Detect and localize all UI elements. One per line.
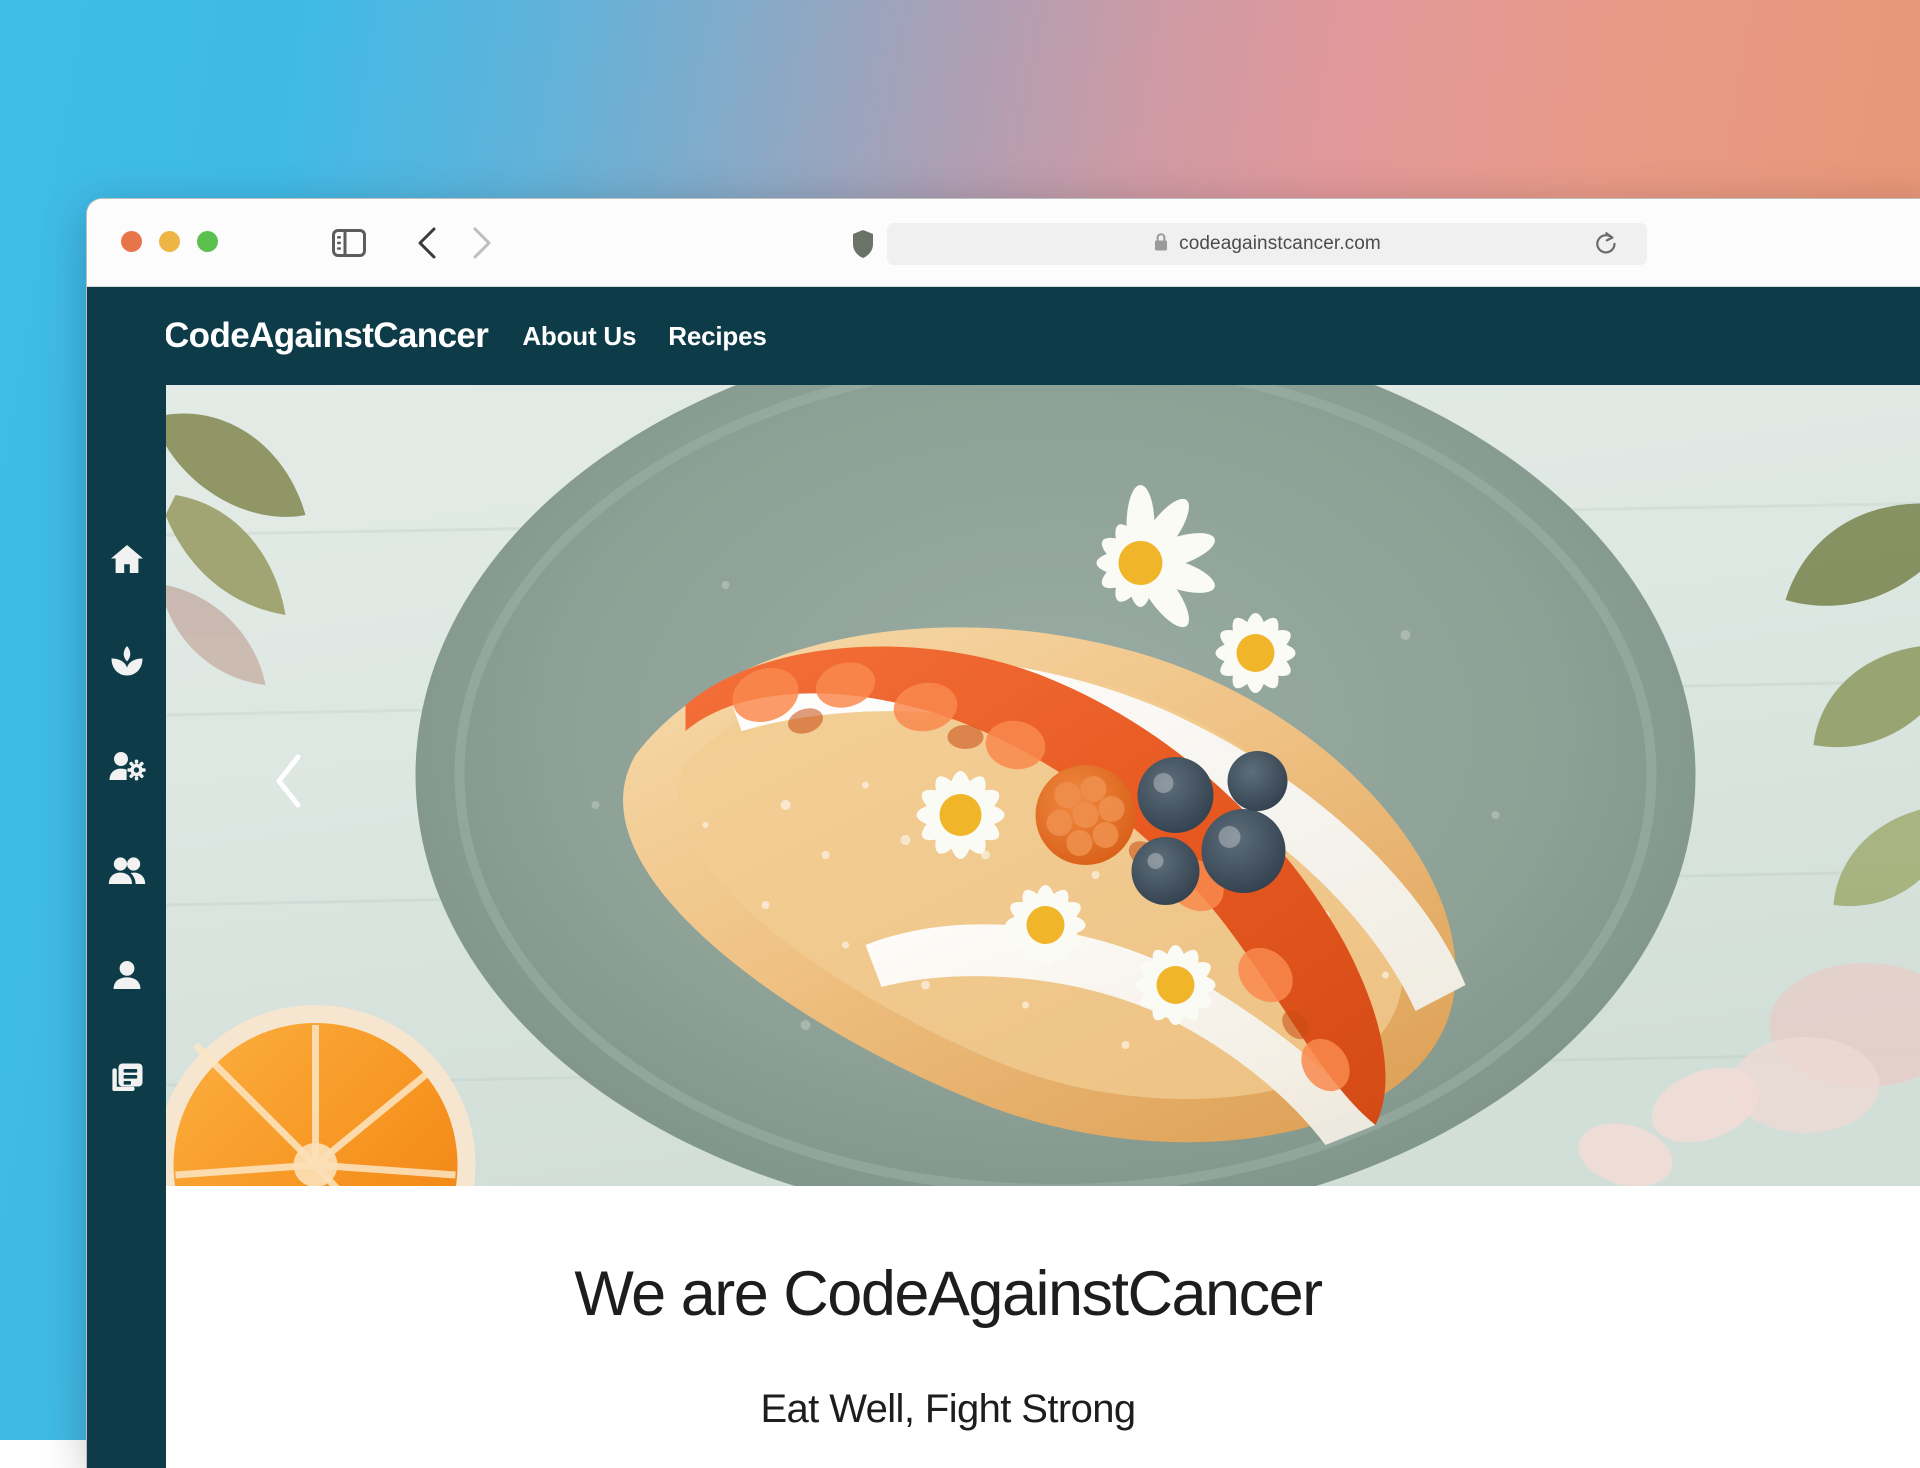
person-icon [111,959,143,991]
sidebar-item-manage-accounts[interactable] [87,743,166,791]
page-viewport: CodeAgainstCancer About Us Recipes [87,287,1920,1468]
sidebar-item-wellness[interactable] [87,637,166,685]
address-bar[interactable]: codeagainstcancer.com [887,223,1647,265]
page-title: We are CodeAgainstCancer [87,1186,1838,1330]
hero-image [166,385,1920,1186]
minimize-window-button[interactable] [159,231,180,252]
page-subtitle: Eat Well, Fight Strong [87,1330,1838,1432]
nav-link-about-us[interactable]: About Us [522,321,636,352]
sidebar-icon[interactable] [327,225,371,261]
window-controls [121,231,218,252]
address-bar-url: codeagainstcancer.com [1179,233,1381,255]
browser-window: codeagainstcancer.com [86,198,1920,1468]
chevron-left-icon[interactable] [407,225,447,261]
lock-icon [1153,232,1169,257]
hero-carousel [166,385,1920,1186]
nav-link-recipes[interactable]: Recipes [668,321,766,352]
close-window-button[interactable] [121,231,142,252]
reload-icon[interactable] [1587,225,1625,263]
privacy-shield-icon[interactable] [845,225,881,263]
intro-section: We are CodeAgainstCancer Eat Well, Fight… [166,1186,1920,1468]
hero-food-illustration [166,385,1920,1186]
brand-name[interactable]: CodeAgainstCancer [164,316,488,356]
chevron-left-icon [272,753,306,814]
sidebar-item-profile[interactable] [87,951,166,999]
site-navbar: CodeAgainstCancer About Us Recipes [87,287,1920,385]
home-icon [109,542,145,576]
primary-nav: About Us Recipes [522,321,766,352]
sidebar-item-community[interactable] [87,847,166,895]
spa-leaf-icon [109,644,145,678]
sidebar-item-home[interactable] [87,535,166,583]
manage-accounts-icon [108,750,146,784]
sidebar-item-articles[interactable] [87,1055,166,1103]
chevron-right-icon[interactable] [462,225,502,261]
desktop-background: codeagainstcancer.com [0,0,1920,1440]
maximize-window-button[interactable] [197,231,218,252]
browser-toolbar: codeagainstcancer.com [87,199,1920,287]
people-group-icon [108,856,146,886]
carousel-prev-button[interactable] [266,753,312,813]
app-rail [87,287,166,1468]
library-books-icon [109,1062,145,1096]
